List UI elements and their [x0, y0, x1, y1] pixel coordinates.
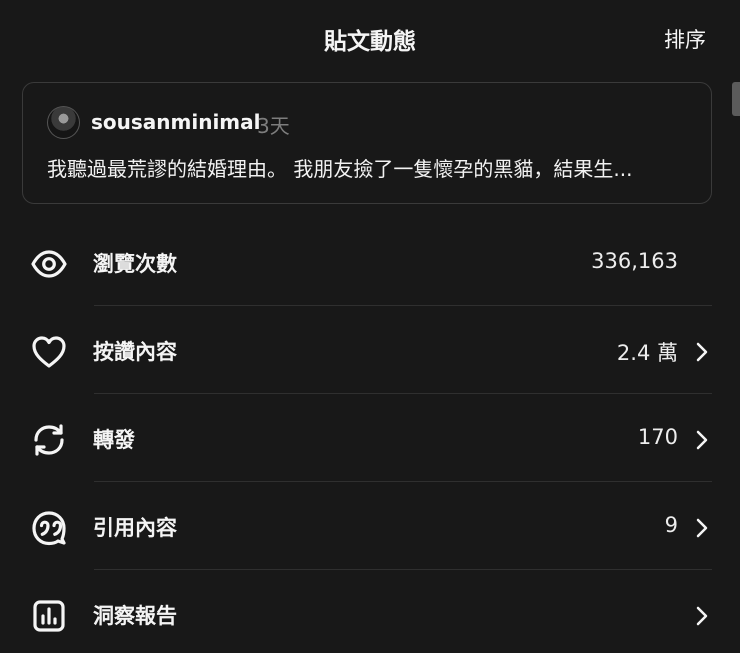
heart-icon	[29, 332, 69, 372]
chevron-right-icon	[691, 516, 711, 540]
stat-value: 170	[637, 425, 678, 449]
stat-row-insights[interactable]: 洞察報告	[0, 570, 740, 653]
header: 貼文動態 排序	[0, 0, 740, 78]
page-title: 貼文動態	[324, 29, 416, 55]
stat-label: 按讚內容	[93, 340, 177, 364]
stat-row-reposts[interactable]: 轉發 170	[0, 394, 740, 482]
chevron-right-icon	[691, 340, 711, 364]
chevron-right-icon	[691, 604, 711, 628]
eye-icon	[29, 244, 69, 284]
insights-chart-icon	[29, 596, 69, 636]
sort-button[interactable]: 排序	[664, 24, 706, 54]
stat-label: 引用內容	[93, 516, 177, 540]
post-username[interactable]: sousanminimal	[91, 110, 261, 134]
scrollbar-thumb[interactable]	[732, 82, 740, 116]
stat-value: 2.4 萬	[616, 341, 678, 365]
stat-row-quotes[interactable]: 引用內容 9	[0, 482, 740, 570]
post-preview-card[interactable]: sousanminimal 3天 我聽過最荒謬的結婚理由。 我朋友撿了一隻懷孕的…	[22, 82, 712, 204]
post-age: 3天	[257, 114, 290, 138]
stat-label: 洞察報告	[93, 604, 177, 628]
quote-icon	[29, 508, 69, 548]
stats-list: 瀏覽次數 336,163 按讚內容 2.4 萬 轉發 170 引用內容 9 洞察…	[0, 218, 740, 653]
post-activity-screen: 貼文動態 排序 sousanminimal 3天 我聽過最荒謬的結婚理由。 我朋…	[0, 0, 740, 653]
stat-value: 336,163	[591, 249, 678, 273]
avatar[interactable]	[47, 106, 80, 139]
post-snippet: 我聽過最荒謬的結婚理由。 我朋友撿了一隻懷孕的黑貓，結果生...	[47, 157, 633, 181]
stat-row-views: 瀏覽次數 336,163	[0, 218, 740, 306]
stat-label: 瀏覽次數	[93, 252, 177, 276]
stat-label: 轉發	[93, 428, 135, 452]
chevron-right-icon	[691, 428, 711, 452]
stat-value: 9	[664, 513, 678, 537]
stat-row-likes[interactable]: 按讚內容 2.4 萬	[0, 306, 740, 394]
repost-icon	[29, 420, 69, 460]
